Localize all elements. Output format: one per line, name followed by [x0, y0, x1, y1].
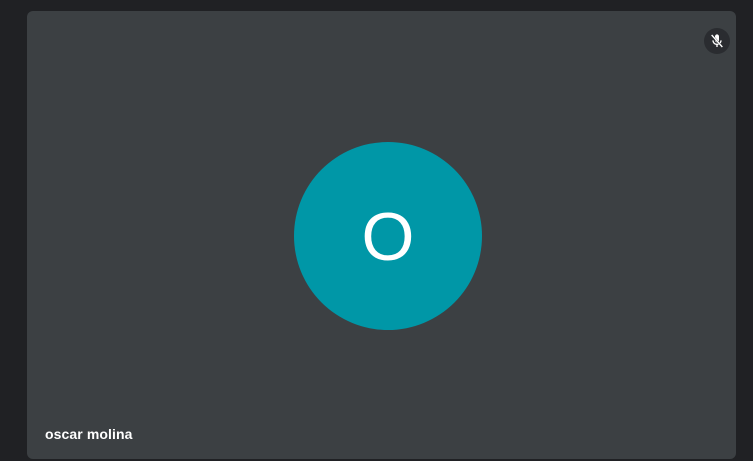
mic-off-icon	[704, 28, 730, 54]
participant-video-tile[interactable]: O oscar molina	[27, 11, 736, 459]
avatar: O	[294, 142, 482, 330]
meeting-page: O oscar molina	[0, 0, 753, 461]
participant-name: oscar molina	[45, 426, 133, 442]
avatar-initial: O	[361, 199, 415, 275]
